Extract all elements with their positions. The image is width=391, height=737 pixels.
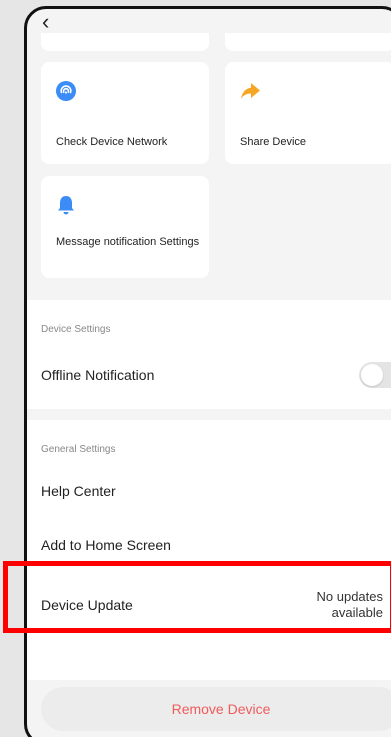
tile-label-message: Message notification Settings <box>56 236 200 248</box>
offline-notification-toggle[interactable] <box>359 362 391 388</box>
tile-label-network: Check Device Network <box>56 136 168 148</box>
tile-label-share: Share Device <box>240 136 307 148</box>
back-chevron-icon[interactable]: ‹ <box>42 11 49 33</box>
share-device-tile[interactable]: Share Device <box>225 62 391 164</box>
help-center-label: Help Center <box>41 483 116 499</box>
general-settings-title: General Settings <box>41 444 116 455</box>
highlight-box <box>3 561 391 633</box>
network-signal-icon <box>56 81 76 101</box>
offline-notification-row[interactable]: Offline Notification <box>27 350 391 400</box>
toggle-knob <box>361 364 383 386</box>
bell-icon <box>58 196 74 215</box>
general-settings-section: General Settings Help Center › Add to Ho… <box>27 420 391 680</box>
add-to-home-screen-label: Add to Home Screen <box>41 537 171 553</box>
remove-device-button[interactable]: Remove Device <box>41 687 391 731</box>
help-center-row[interactable]: Help Center › <box>27 466 391 516</box>
message-notification-tile[interactable]: Message notification Settings <box>41 176 209 278</box>
device-settings-title: Device Settings <box>41 324 111 335</box>
tile-cut-top-right[interactable] <box>225 33 391 51</box>
tile-cut-top-left[interactable] <box>41 33 209 51</box>
share-arrow-icon <box>241 83 260 99</box>
offline-notification-label: Offline Notification <box>41 367 155 383</box>
device-settings-section: Device Settings Offline Notification <box>27 300 391 409</box>
check-device-network-tile[interactable]: Check Device Network <box>41 62 209 164</box>
